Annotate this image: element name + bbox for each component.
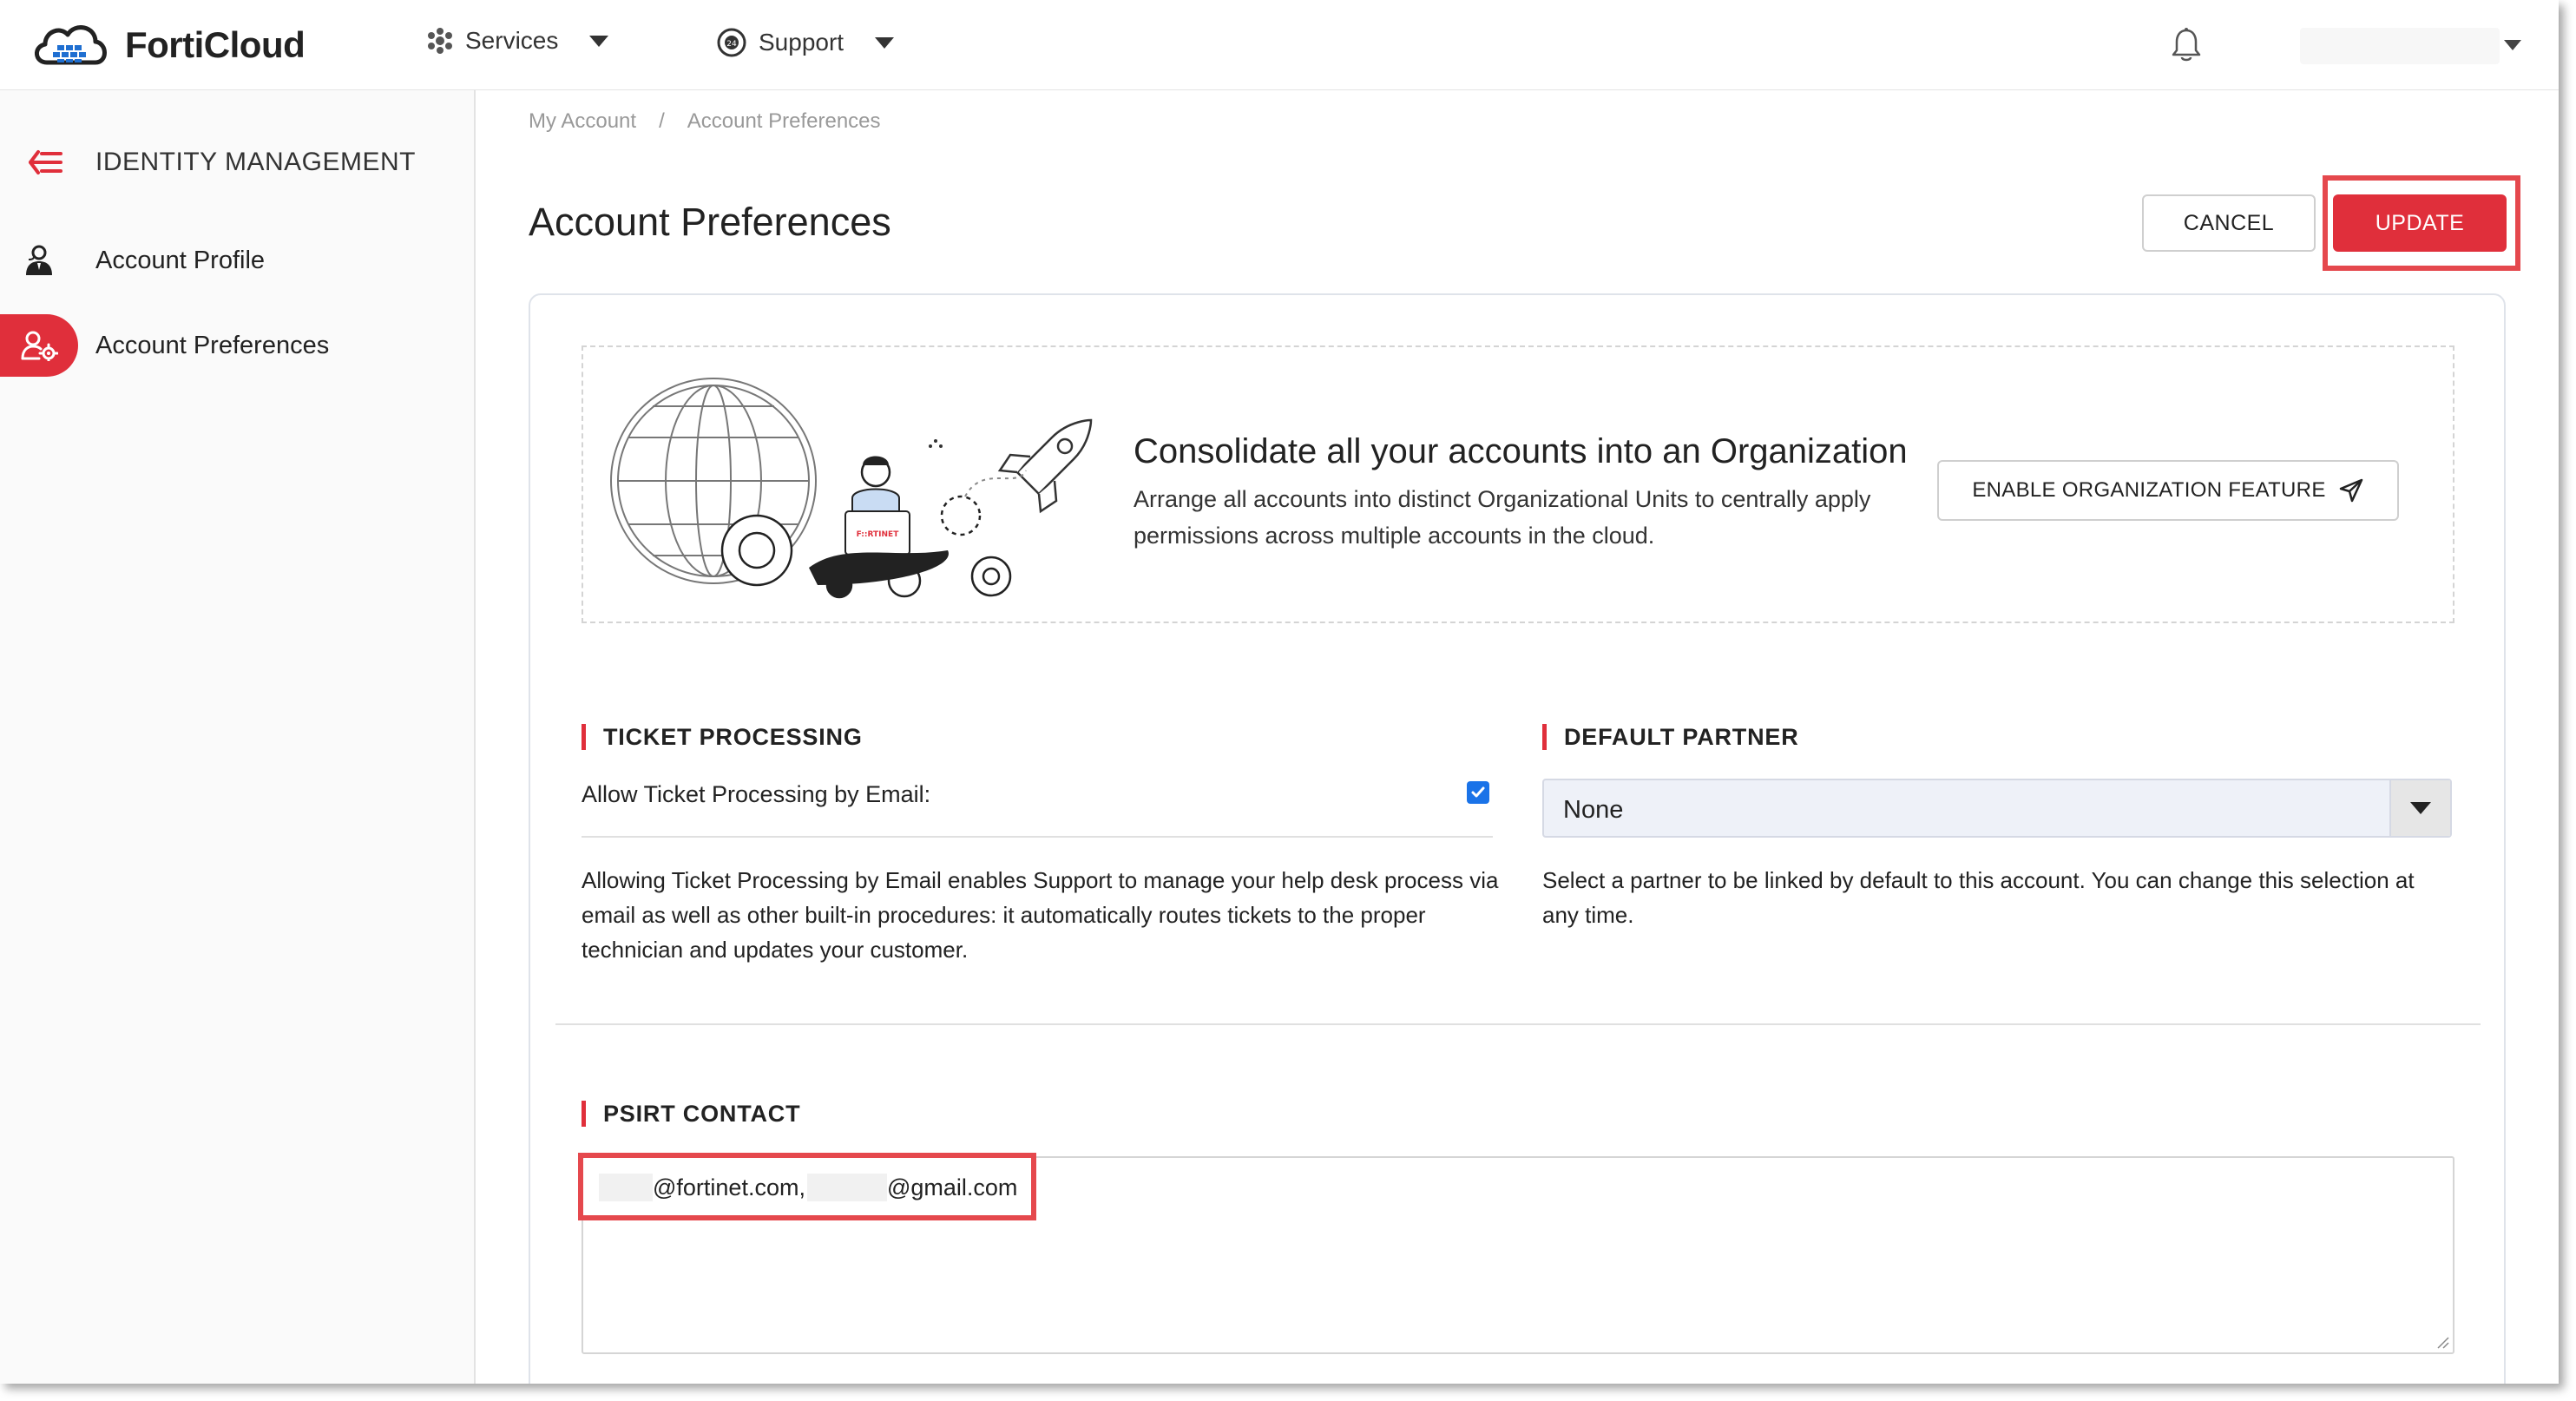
top-bar: FortiCloud Services 24 Support [0,0,2559,90]
enable-organization-button[interactable]: ENABLE ORGANIZATION FEATURE [1937,460,2399,521]
promo-description: Arrange all accounts into distinct Organ… [1134,486,1871,549]
user-menu[interactable] [2300,28,2500,64]
notifications-button[interactable] [2170,26,2203,69]
chevron-down-icon [875,36,895,49]
forticloud-logo-icon [35,25,107,65]
chevron-down-icon [589,35,609,47]
chevron-down-icon[interactable] [2389,780,2450,836]
nav-services-label: Services [465,27,559,54]
section-divider [555,1023,2481,1025]
send-icon [2339,478,2362,503]
breadcrumb-separator: / [659,109,665,133]
brand-logo[interactable]: FortiCloud [31,19,306,71]
psirt-contact-highlight [578,1153,1036,1220]
sidebar-heading: IDENTITY MANAGEMENT [28,148,416,177]
breadcrumb: My Account / Account Preferences [529,109,881,134]
organization-promo-banner: F::RTINET Consolidate all your accounts … [582,345,2454,623]
support-icon: 24 [717,28,746,57]
sidebar-item-account-preferences[interactable]: Account Preferences [0,314,474,377]
sidebar: IDENTITY MANAGEMENT Account Profile Acco… [0,90,476,1384]
chevron-down-icon[interactable] [2504,40,2521,50]
default-partner-help: Select a partner to be linked by default… [1542,867,2415,928]
breadcrumb-my-account[interactable]: My Account [529,109,636,134]
sidebar-item-label: Account Preferences [95,331,330,359]
svg-text:F::RTINET: F::RTINET [857,530,900,539]
sidebar-item-label: Account Profile [95,246,266,274]
app-window: FortiCloud Services 24 Support IDENTITY … [0,0,2559,1384]
sidebar-item-account-profile[interactable]: Account Profile [0,229,474,292]
cancel-button[interactable]: CANCEL [2142,194,2316,252]
page-title: Account Preferences [529,200,891,244]
user-profile-icon [0,229,78,292]
ticket-email-label: Allow Ticket Processing by Email: [582,781,931,807]
svg-text:24: 24 [726,40,737,49]
nav-services[interactable]: Services [425,26,609,56]
default-partner-title: DEFAULT PARTNER [1542,724,1799,750]
user-settings-icon [0,314,78,377]
breadcrumb-account-preferences: Account Preferences [687,109,881,133]
ticket-processing-title: TICKET PROCESSING [582,724,863,750]
nav-support-label: Support [759,29,844,56]
default-partner-value: None [1563,796,1624,824]
default-partner-select[interactable]: None [1542,779,2452,838]
promo-title: Consolidate all your accounts into an Or… [1134,432,1908,470]
services-icon [428,28,452,54]
organization-illustration: F::RTINET [610,378,1093,599]
resize-handle-icon[interactable] [2435,1335,2449,1349]
collapse-menu-icon[interactable] [28,149,62,175]
ticket-processing-help: Allowing Ticket Processing by Email enab… [582,867,1499,963]
ticket-email-checkbox[interactable] [1467,781,1489,804]
nav-support[interactable]: 24 Support [715,26,895,59]
sidebar-heading-label: IDENTITY MANAGEMENT [95,148,416,176]
checkmark-icon [1471,786,1485,798]
brand-name: FortiCloud [125,24,306,65]
divider [582,836,1493,838]
bell-icon [2172,28,2201,62]
enable-organization-label: ENABLE ORGANIZATION FEATURE [1972,478,2326,502]
update-button-highlight [2323,175,2520,271]
psirt-contact-title: PSIRT CONTACT [582,1101,800,1127]
